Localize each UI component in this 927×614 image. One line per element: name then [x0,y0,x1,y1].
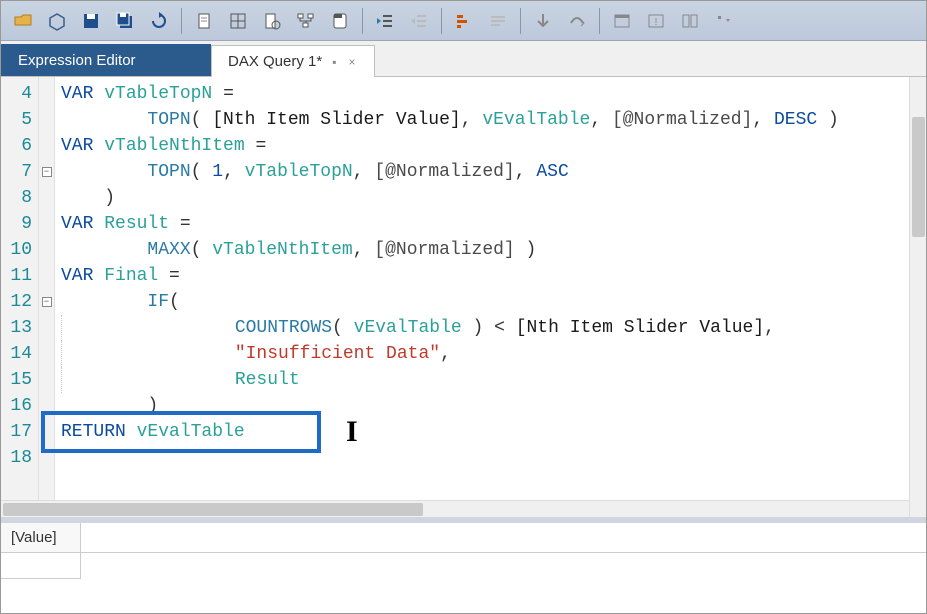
step-over-icon[interactable] [561,5,593,37]
line-number: 11 [3,263,32,289]
toolbar-separator [181,8,182,34]
code-content[interactable]: VAR vTableTopN = TOPN( [Nth Item Slider … [55,77,926,517]
arrow-down-icon[interactable] [527,5,559,37]
line-number: 17 [3,419,32,445]
code-editor[interactable]: 456789101112131415161718 −− VAR vTableTo… [1,77,926,517]
tab-label: DAX Query 1* [228,53,322,70]
comment-icon[interactable] [482,5,514,37]
line-number: 13 [3,315,32,341]
line-number: 16 [3,393,32,419]
horizontal-scroll-thumb[interactable] [3,503,423,516]
fold-toggle-icon[interactable]: − [42,297,52,307]
save-all-icon[interactable] [109,5,141,37]
indent-icon[interactable] [369,5,401,37]
fold-cell: − [39,159,54,185]
toolbar-separator [520,8,521,34]
code-line[interactable]: IF( [61,289,920,315]
document-icon[interactable] [188,5,220,37]
refresh-icon[interactable] [143,5,175,37]
more-icon[interactable] [708,5,740,37]
fold-toggle-icon[interactable]: − [42,167,52,177]
outdent-icon[interactable] [403,5,435,37]
results-pane: [Value] [1,517,926,613]
code-line[interactable]: ) [61,185,920,211]
open-icon[interactable] [7,5,39,37]
code-line[interactable]: TOPN( 1, vTableTopN, [@Normalized], ASC [61,159,920,185]
fold-gutter: −− [39,77,55,517]
fold-cell [39,185,54,211]
columns-icon[interactable] [674,5,706,37]
close-icon[interactable]: × [346,55,357,69]
code-line[interactable]: ) [61,393,920,419]
panel-icon[interactable] [606,5,638,37]
svg-text:!: ! [655,17,658,28]
line-number: 12 [3,289,32,315]
fold-cell [39,107,54,133]
fold-cell [39,445,54,471]
code-line[interactable]: RETURN vEvalTable [61,419,920,445]
line-number: 15 [3,367,32,393]
line-number: 9 [3,211,32,237]
toolbar: ! [1,1,926,41]
vertical-scroll-thumb[interactable] [912,117,925,237]
fold-cell [39,419,54,445]
code-line[interactable]: VAR Result = [61,211,920,237]
line-number: 6 [3,133,32,159]
line-number: 8 [3,185,32,211]
tab-label: Expression Editor [18,52,136,69]
fold-cell [39,341,54,367]
script-icon[interactable] [324,5,356,37]
code-line[interactable]: "Insufficient Data", [61,341,920,367]
fold-cell [39,263,54,289]
tree-icon[interactable] [290,5,322,37]
toolbar-separator [441,8,442,34]
format-icon[interactable] [448,5,480,37]
tab-dax-query[interactable]: DAX Query 1* ▪ × [211,45,375,77]
code-line[interactable]: Result [61,367,920,393]
line-number: 18 [3,445,32,471]
package-icon[interactable] [41,5,73,37]
line-number: 5 [3,107,32,133]
horizontal-scrollbar[interactable] [1,500,909,517]
fold-cell [39,133,54,159]
code-line[interactable]: TOPN( [Nth Item Slider Value], vEvalTabl… [61,107,920,133]
alert-icon[interactable]: ! [640,5,672,37]
tab-strip: Expression Editor DAX Query 1* ▪ × [1,41,926,77]
fold-cell [39,393,54,419]
toolbar-separator [599,8,600,34]
code-line[interactable]: MAXX( vTableNthItem, [@Normalized] ) [61,237,920,263]
page-icon[interactable] [256,5,288,37]
grid-icon[interactable] [222,5,254,37]
results-column-header[interactable]: [Value] [1,523,81,552]
fold-cell [39,367,54,393]
fold-cell [39,237,54,263]
fold-cell [39,315,54,341]
fold-cell [39,81,54,107]
line-number: 7 [3,159,32,185]
code-line[interactable]: COUNTROWS( vEvalTable ) < [Nth Item Slid… [61,315,920,341]
results-header: [Value] [1,523,926,553]
results-cell[interactable] [1,553,81,579]
results-body [1,553,926,579]
code-line[interactable]: VAR Final = [61,263,920,289]
line-number: 10 [3,237,32,263]
line-number: 14 [3,341,32,367]
code-line[interactable] [61,445,920,471]
tab-expression-editor[interactable]: Expression Editor [1,44,211,76]
code-line[interactable]: VAR vTableTopN = [61,81,920,107]
vertical-scrollbar[interactable] [909,77,926,517]
fold-cell [39,211,54,237]
toolbar-separator [362,8,363,34]
pin-icon[interactable]: ▪ [330,55,338,69]
code-line[interactable]: VAR vTableNthItem = [61,133,920,159]
line-number-gutter: 456789101112131415161718 [1,77,39,517]
fold-cell: − [39,289,54,315]
save-icon[interactable] [75,5,107,37]
line-number: 4 [3,81,32,107]
